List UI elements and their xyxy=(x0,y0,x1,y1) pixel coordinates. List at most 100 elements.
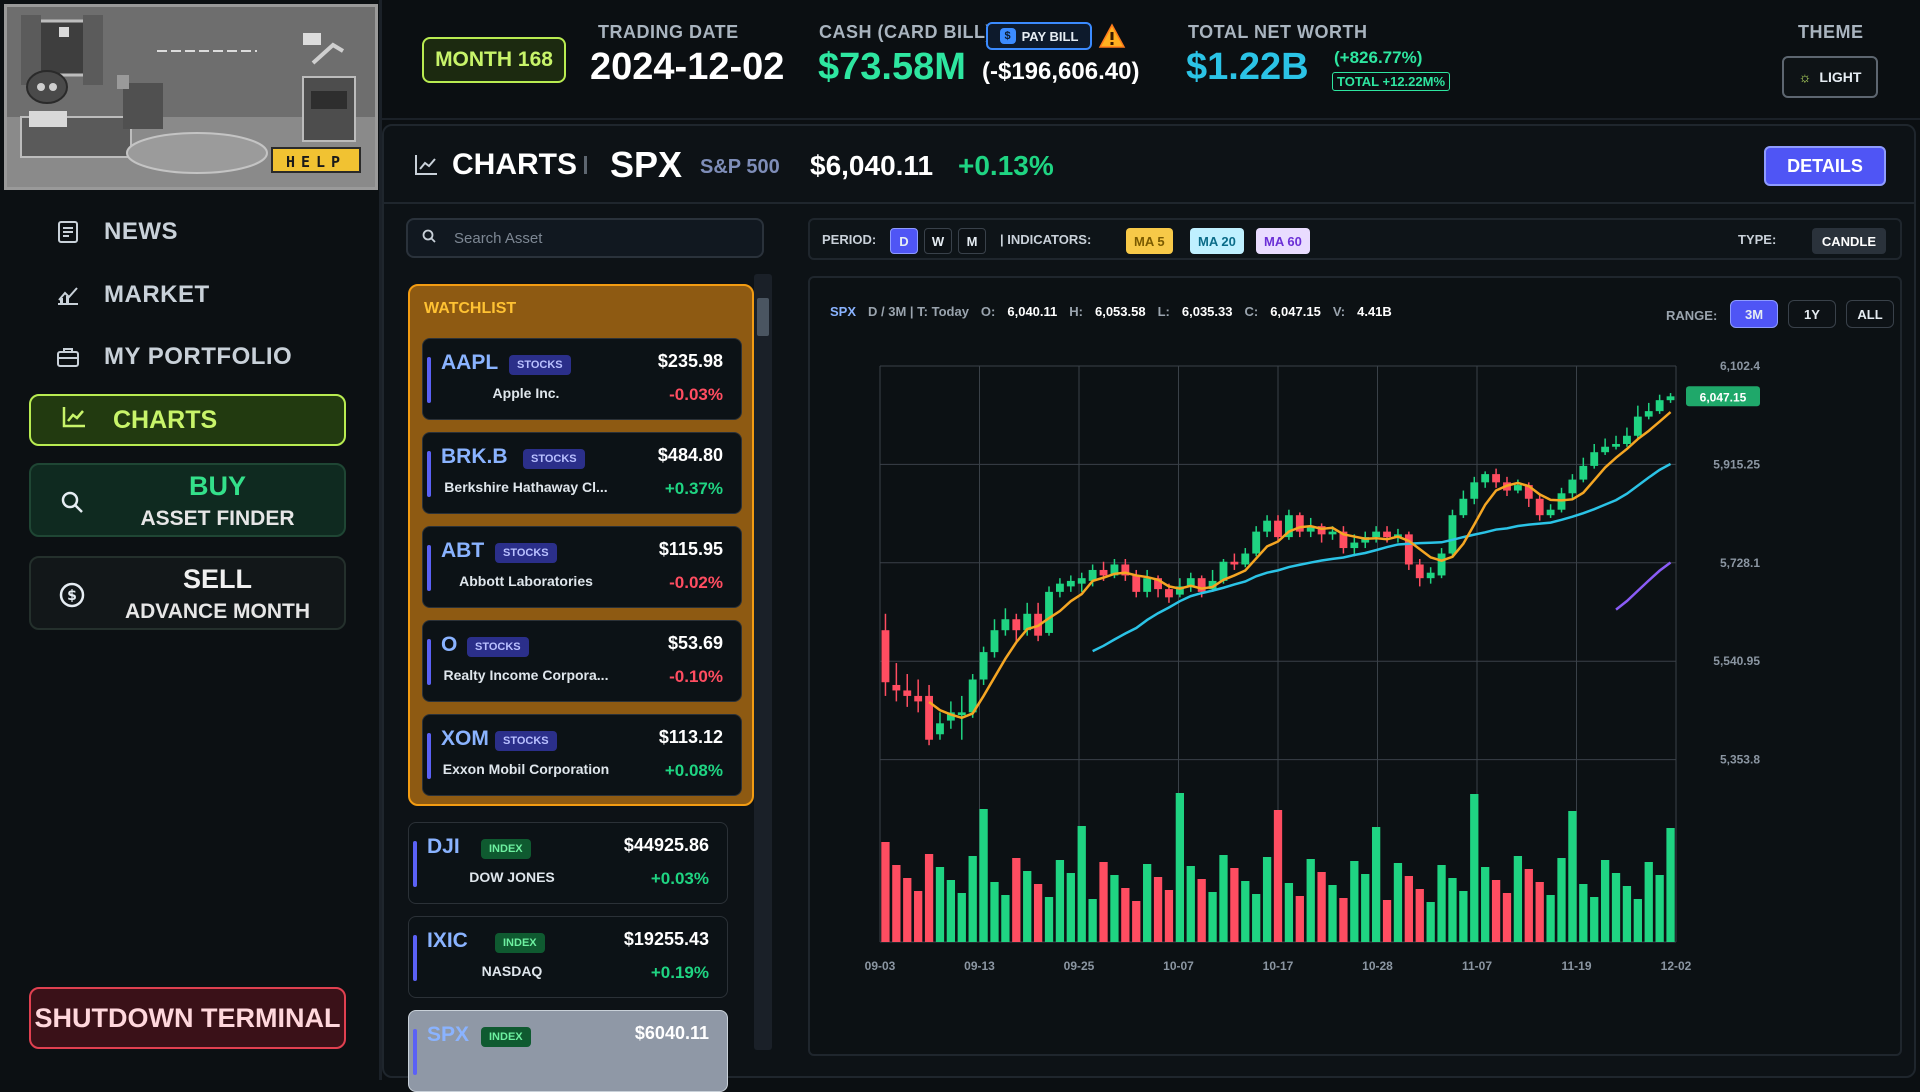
volume-bar xyxy=(1132,901,1141,942)
nav-item-charts[interactable]: CHARTS xyxy=(29,394,346,446)
asset-card[interactable]: XOM STOCKS Exxon Mobil Corporation $113.12 +… xyxy=(422,714,742,796)
x-tick-label: 09-13 xyxy=(964,959,995,973)
candle-body xyxy=(1372,531,1381,538)
asset-change: +0.08% xyxy=(664,761,723,780)
period-week-button[interactable]: W xyxy=(924,228,952,254)
volume-bar xyxy=(1611,873,1621,942)
volume-bar xyxy=(1426,902,1435,942)
x-tick-label: 09-03 xyxy=(865,959,896,973)
candle-body xyxy=(957,712,966,716)
asset-card[interactable]: BRK.B STOCKS Berkshire Hathaway Cl... $484.… xyxy=(422,432,742,514)
candle-body xyxy=(892,684,901,691)
candle-body xyxy=(914,695,923,702)
net-worth-label: TOTAL NET WORTH xyxy=(1188,22,1368,42)
asset-price: $19255.43 xyxy=(623,929,709,949)
theme-toggle-button[interactable]: ☼ LIGHT xyxy=(1782,56,1878,98)
candle-body xyxy=(1426,572,1435,579)
ma60-toggle[interactable]: MA 60 xyxy=(1256,228,1310,254)
x-tick-label: 10-17 xyxy=(1263,959,1294,973)
asset-type-tag: STOCKS xyxy=(509,355,571,375)
volume-bar xyxy=(1546,895,1555,942)
volume-bar xyxy=(1568,811,1577,942)
volume-bar xyxy=(1524,869,1533,942)
asset-type-tag: STOCKS xyxy=(495,731,557,751)
candle-body xyxy=(1099,569,1108,576)
net-worth-value: $1.22B xyxy=(1186,46,1309,88)
asset-change: -0.10% xyxy=(669,667,723,686)
asset-card[interactable]: IXIC INDEX NASDAQ $19255.43 +0.19% xyxy=(408,916,728,998)
asset-symbol: O xyxy=(441,633,458,656)
candle-body xyxy=(990,630,999,653)
candle-body xyxy=(1230,561,1239,565)
cash-value: $73.58M xyxy=(818,46,966,88)
card-accent-bar xyxy=(427,451,431,497)
nav-item-news[interactable]: NEWS xyxy=(56,212,178,252)
candle-body xyxy=(1590,452,1599,466)
candlestick-chart[interactable]: 6,102.4 5,915.25 5,728.1 5,540.95 5,353.8 09-… xyxy=(810,278,1900,1054)
help-button[interactable]: HELP xyxy=(271,147,361,173)
x-tick-label: 11-19 xyxy=(1561,959,1591,973)
candle-body xyxy=(1612,443,1620,447)
volume-bar xyxy=(1197,879,1206,942)
volume-bar xyxy=(1350,861,1359,942)
chart-type-button[interactable]: CANDLE xyxy=(1811,228,1886,254)
volume-bar xyxy=(1262,857,1272,942)
line-chart-icon xyxy=(414,154,438,180)
shutdown-terminal-button[interactable]: SHUTDOWN TERMINAL xyxy=(29,987,346,1049)
watchlist: WATCHLIST AAPL STOCKS Apple Inc. $235.98 -0.… xyxy=(408,284,754,806)
sell-advance-month-button[interactable]: $ SELL ADVANCE MONTH xyxy=(29,556,346,630)
volume-bar xyxy=(990,882,999,942)
period-day-button[interactable]: D xyxy=(890,228,918,254)
asset-name: DOW JONES xyxy=(469,869,555,885)
nav-item-market[interactable]: MARKET xyxy=(56,275,210,315)
buy-asset-finder-button[interactable]: BUY ASSET FINDER xyxy=(29,463,346,537)
asset-card[interactable]: O STOCKS Realty Income Corpora... $53.69 -0.… xyxy=(422,620,742,702)
candle-body xyxy=(1437,553,1446,576)
x-tick-label: 09-25 xyxy=(1064,959,1095,973)
asset-name: NASDAQ xyxy=(481,963,543,979)
candle-body xyxy=(1666,396,1675,401)
period-month-button[interactable]: M xyxy=(958,228,986,254)
line-chart-icon xyxy=(61,405,87,436)
volume-bar xyxy=(1077,826,1086,942)
candle-body xyxy=(1623,435,1631,444)
scrollbar-thumb[interactable] xyxy=(757,298,769,336)
asset-card[interactable]: DJI INDEX DOW JONES $44925.86 +0.03% xyxy=(408,822,728,904)
volume-bar xyxy=(1219,855,1228,942)
watchlist-title: WATCHLIST xyxy=(424,300,517,317)
volume-bar xyxy=(1241,881,1250,942)
asset-card[interactable]: AAPL STOCKS Apple Inc. $235.98 -0.03% xyxy=(422,338,742,420)
volume-bar xyxy=(1252,894,1261,942)
candle-body xyxy=(1165,589,1173,598)
asset-price: $484.80 xyxy=(657,445,723,465)
card-bill-value: (-$196,606.40) xyxy=(982,58,1140,85)
ma20-toggle[interactable]: MA 20 xyxy=(1190,228,1244,254)
ma60-line xyxy=(1615,561,1672,611)
candle-body xyxy=(1241,553,1250,565)
search-input[interactable]: Search Asset xyxy=(406,218,764,258)
volume-bar xyxy=(1590,897,1599,942)
asset-card[interactable]: ABT STOCKS Abbott Laboratories $115.95 -0.02… xyxy=(422,526,742,608)
details-button[interactable]: DETAILS xyxy=(1764,146,1886,186)
candle-body xyxy=(1132,575,1141,592)
asset-price: $113.12 xyxy=(658,727,723,747)
candle-body xyxy=(979,652,988,680)
pay-bill-label: PAY BILL xyxy=(1021,28,1079,44)
asset-type-tag: STOCKS xyxy=(467,637,529,657)
asset-symbol: IXIC xyxy=(427,929,468,952)
volume-bar xyxy=(1655,875,1664,942)
candle-body xyxy=(1568,479,1577,494)
candle-body xyxy=(1535,498,1544,516)
pay-bill-button[interactable]: $ PAY BILL xyxy=(986,22,1092,50)
ma5-toggle[interactable]: MA 5 xyxy=(1126,228,1173,254)
asset-list-scrollbar[interactable] xyxy=(754,274,772,1050)
chart-toolbar: PERIOD: D W M | INDICATORS: MA 5 MA 20 M… xyxy=(808,218,1902,260)
volume-bar xyxy=(1328,885,1337,942)
newspaper-icon xyxy=(56,220,80,244)
asset-name: Realty Income Corpora... xyxy=(443,667,609,683)
trading-date-label: TRADING DATE xyxy=(598,22,739,42)
nav-item-my-portfolio[interactable]: MY PORTFOLIO xyxy=(56,337,292,377)
candle-body xyxy=(1470,482,1479,499)
candle-body xyxy=(1481,474,1490,483)
card-accent-bar xyxy=(427,733,431,779)
